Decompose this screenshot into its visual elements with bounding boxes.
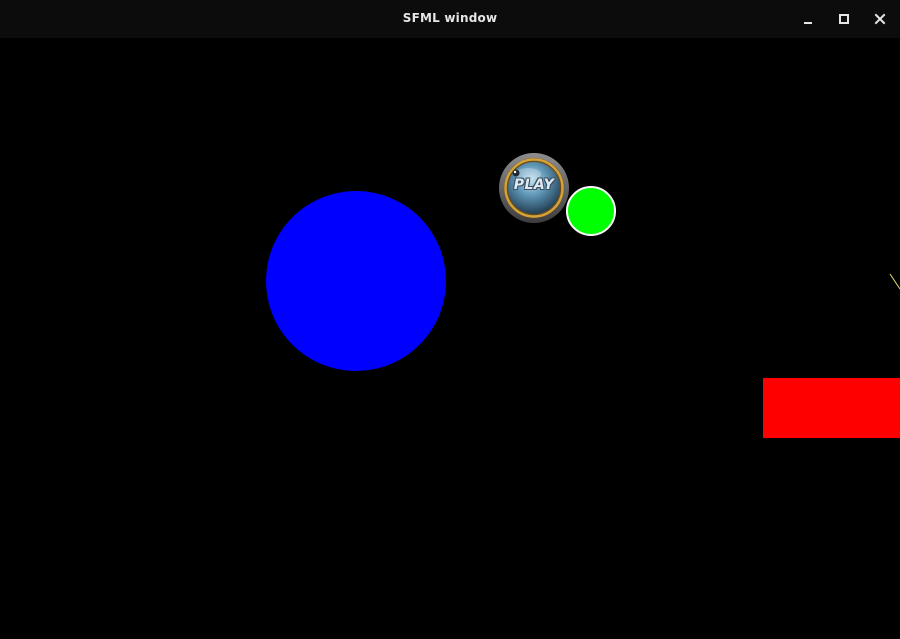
red-rectangle [763,378,900,438]
play-button-graphic [499,153,569,223]
play-button[interactable]: PLAY [498,152,570,224]
maximize-icon [838,13,850,25]
green-circle [566,186,616,236]
blue-circle [266,191,446,371]
maximize-button[interactable] [833,8,855,30]
minimize-button[interactable] [797,8,819,30]
close-button[interactable] [869,8,891,30]
sfml-window: SFML window PLAY [0,0,900,639]
yellow-line [889,273,900,290]
minimize-icon [802,13,814,25]
window-title: SFML window [402,11,498,25]
close-icon [874,13,886,25]
game-canvas[interactable]: PLAY [0,38,900,639]
title-bar[interactable]: SFML window [0,0,900,38]
